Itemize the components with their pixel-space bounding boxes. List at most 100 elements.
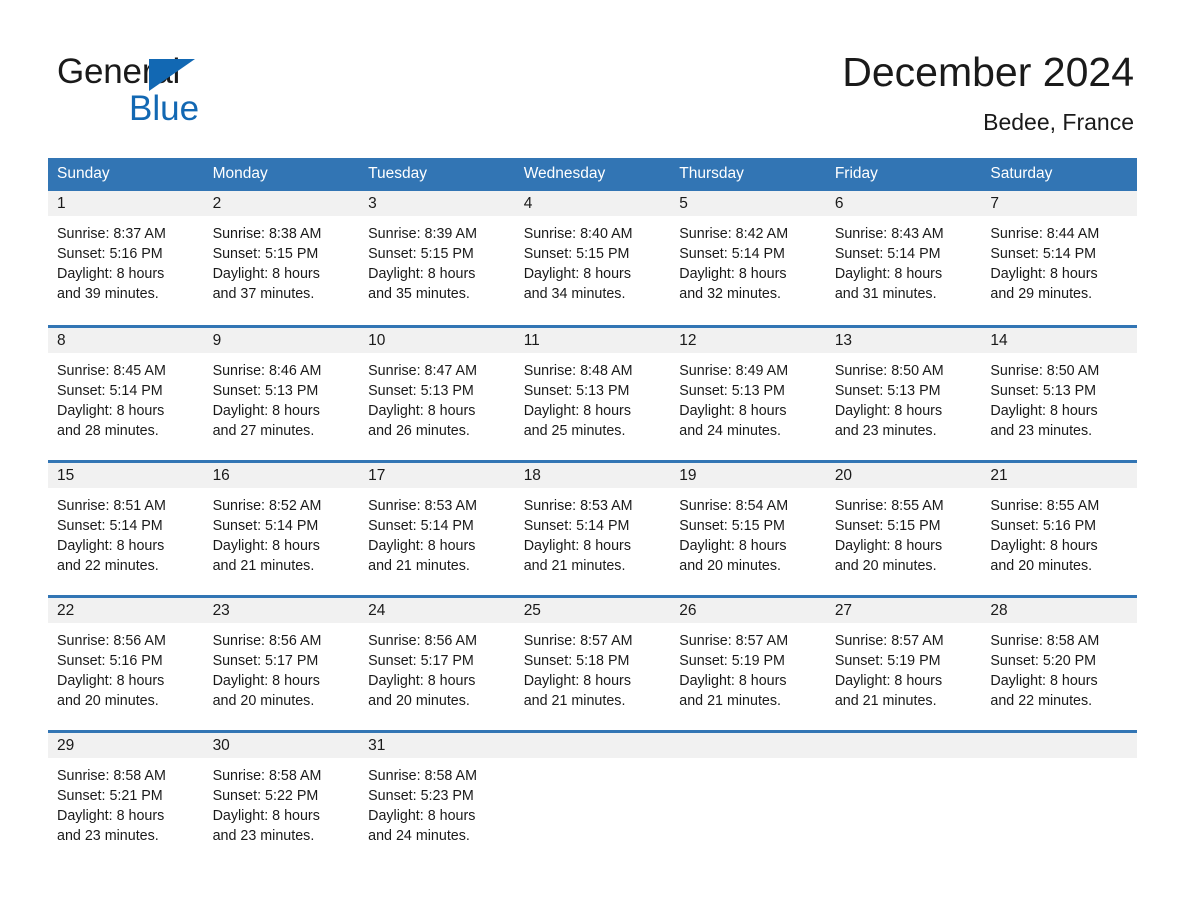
calendar-day-cell[interactable]: 13 Sunrise: 8:50 AM Sunset: 5:13 PM Dayligh…	[825, 324, 982, 461]
day-details: Sunrise: 8:57 AM Sunset: 5:18 PM Daylight:…	[515, 623, 671, 711]
sunrise-text: Sunrise: 8:47 AM	[368, 362, 477, 379]
daylight-text-line1: Daylight: 8 hours	[990, 266, 1098, 282]
generalblue-logo[interactable]: General Blue	[57, 52, 357, 138]
day-number: 18	[514, 462, 671, 488]
day-details: Sunrise: 8:42 AM Sunset: 5:14 PM Daylight:…	[670, 216, 826, 304]
calendar-day-cell[interactable]: 2 Sunrise: 8:38 AM Sunset: 5:15 PM Daylight…	[203, 191, 360, 326]
calendar-day-cell[interactable]: 22 Sunrise: 8:56 AM Sunset: 5:16 PM Dayligh…	[48, 594, 204, 731]
sunset-text: Sunset: 5:18 PM	[523, 652, 630, 669]
calendar-day-cell[interactable]: 29 Sunrise: 8:58 AM Sunset: 5:21 PM Dayligh…	[48, 729, 204, 866]
day-details: Sunrise: 8:58 AM Sunset: 5:22 PM Daylight:…	[204, 758, 360, 846]
calendar-day-cell[interactable]: 23 Sunrise: 8:56 AM Sunset: 5:17 PM Dayligh…	[203, 594, 360, 731]
calendar-day-cell-empty	[981, 729, 1137, 866]
calendar-day-cell[interactable]: 16 Sunrise: 8:52 AM Sunset: 5:14 PM Dayligh…	[203, 459, 360, 596]
day-details: Sunrise: 8:37 AM Sunset: 5:16 PM Daylight:…	[48, 216, 204, 304]
day-number: 27	[825, 597, 982, 623]
sunrise-text: Sunrise: 8:50 AM	[834, 362, 944, 379]
calendar-day-cell-empty	[825, 729, 982, 866]
calendar-day-cell[interactable]: 10 Sunrise: 8:47 AM Sunset: 5:13 PM Dayligh…	[359, 324, 515, 461]
weekday-header-tuesday: Tuesday	[359, 158, 515, 191]
day-number: 23	[203, 597, 360, 623]
day-details: Sunrise: 8:55 AM Sunset: 5:15 PM Daylight:…	[826, 488, 982, 576]
calendar-day-cell-empty	[670, 729, 826, 866]
daylight-text-line2: and 31 minutes.	[834, 286, 937, 302]
page-header: General Blue December 2024 Bedee, France	[0, 0, 1188, 158]
sunset-text: Sunset: 5:13 PM	[523, 382, 630, 399]
sunrise-text: Sunrise: 8:53 AM	[368, 497, 477, 514]
calendar-day-cell[interactable]: 28 Sunrise: 8:58 AM Sunset: 5:20 PM Dayligh…	[981, 594, 1137, 731]
sunrise-text: Sunrise: 8:45 AM	[57, 362, 166, 379]
sunset-text: Sunset: 5:16 PM	[57, 246, 163, 262]
day-details: Sunrise: 8:58 AM Sunset: 5:20 PM Daylight:…	[981, 623, 1137, 711]
calendar-day-cell[interactable]: 9 Sunrise: 8:46 AM Sunset: 5:13 PM Daylight…	[203, 324, 360, 461]
sunrise-text: Sunrise: 8:57 AM	[834, 632, 944, 649]
sunset-text: Sunset: 5:15 PM	[834, 517, 941, 534]
calendar-day-cell[interactable]: 27 Sunrise: 8:57 AM Sunset: 5:19 PM Dayligh…	[825, 594, 982, 731]
daylight-text-line2: and 21 minutes.	[212, 557, 315, 574]
sunset-text: Sunset: 5:17 PM	[368, 652, 474, 669]
sunset-text: Sunset: 5:16 PM	[990, 517, 1097, 534]
daylight-text-line2: and 32 minutes.	[679, 286, 781, 302]
daylight-text-line1: Daylight: 8 hours	[523, 537, 631, 554]
calendar-day-cell[interactable]: 30 Sunrise: 8:58 AM Sunset: 5:22 PM Dayligh…	[203, 729, 360, 866]
title-block: December 2024 Bedee, France	[842, 48, 1134, 136]
calendar-day-cell[interactable]: 12 Sunrise: 8:49 AM Sunset: 5:13 PM Dayligh…	[670, 324, 826, 461]
weekday-header-saturday: Saturday	[981, 158, 1137, 191]
sunset-text: Sunset: 5:15 PM	[212, 246, 319, 262]
daylight-text-line1: Daylight: 8 hours	[523, 672, 631, 689]
daylight-text-line1: Daylight: 8 hours	[212, 807, 320, 824]
sunset-text: Sunset: 5:16 PM	[57, 652, 163, 669]
calendar-day-cell[interactable]: 26 Sunrise: 8:57 AM Sunset: 5:19 PM Dayligh…	[670, 594, 826, 731]
day-details: Sunrise: 8:39 AM Sunset: 5:15 PM Daylight:…	[359, 216, 515, 304]
sunset-text: Sunset: 5:13 PM	[990, 382, 1097, 399]
calendar-day-cell[interactable]: 3 Sunrise: 8:39 AM Sunset: 5:15 PM Daylight…	[359, 191, 515, 326]
daylight-text-line1: Daylight: 8 hours	[57, 672, 165, 689]
sunrise-text: Sunrise: 8:46 AM	[212, 362, 322, 379]
calendar-day-cell[interactable]: 4 Sunrise: 8:40 AM Sunset: 5:15 PM Daylight…	[514, 191, 671, 326]
day-details	[670, 758, 826, 766]
sunrise-text: Sunrise: 8:48 AM	[523, 362, 633, 379]
day-number: 20	[825, 462, 982, 488]
calendar-day-cell[interactable]: 15 Sunrise: 8:51 AM Sunset: 5:14 PM Dayligh…	[48, 459, 204, 596]
calendar-day-cell[interactable]: 31 Sunrise: 8:58 AM Sunset: 5:23 PM Dayligh…	[359, 729, 515, 866]
calendar-day-cell[interactable]: 21 Sunrise: 8:55 AM Sunset: 5:16 PM Dayligh…	[981, 459, 1137, 596]
calendar-day-cell[interactable]: 8 Sunrise: 8:45 AM Sunset: 5:14 PM Daylight…	[48, 324, 204, 461]
calendar-day-cell[interactable]: 6 Sunrise: 8:43 AM Sunset: 5:14 PM Daylight…	[825, 191, 982, 326]
calendar-day-cell[interactable]: 17 Sunrise: 8:53 AM Sunset: 5:14 PM Dayligh…	[359, 459, 515, 596]
weekday-header-friday: Friday	[825, 158, 982, 191]
daylight-text-line1: Daylight: 8 hours	[834, 266, 943, 282]
calendar-day-cell[interactable]: 1 Sunrise: 8:37 AM Sunset: 5:16 PM Daylight…	[48, 191, 204, 326]
daylight-text-line1: Daylight: 8 hours	[57, 807, 165, 824]
sunset-text: Sunset: 5:19 PM	[679, 652, 785, 669]
day-number: 11	[514, 327, 671, 353]
day-number: 15	[48, 462, 204, 488]
daylight-text-line1: Daylight: 8 hours	[212, 672, 320, 689]
weekday-header-wednesday: Wednesday	[514, 158, 671, 191]
daylight-text-line2: and 20 minutes.	[57, 692, 159, 709]
calendar-day-cell[interactable]: 18 Sunrise: 8:53 AM Sunset: 5:14 PM Dayligh…	[514, 459, 671, 596]
day-details	[515, 758, 671, 766]
daylight-text-line2: and 21 minutes.	[679, 692, 781, 709]
calendar-day-cell[interactable]: 25 Sunrise: 8:57 AM Sunset: 5:18 PM Dayligh…	[514, 594, 671, 731]
sunset-text: Sunset: 5:14 PM	[368, 517, 474, 534]
sunrise-text: Sunrise: 8:56 AM	[57, 632, 166, 649]
sunset-text: Sunset: 5:20 PM	[990, 652, 1097, 669]
calendar-day-cell[interactable]: 24 Sunrise: 8:56 AM Sunset: 5:17 PM Dayligh…	[359, 594, 515, 731]
daylight-text-line2: and 25 minutes.	[523, 422, 626, 439]
daylight-text-line1: Daylight: 8 hours	[834, 537, 943, 554]
day-number: 22	[48, 597, 204, 623]
calendar-day-cell[interactable]: 11 Sunrise: 8:48 AM Sunset: 5:13 PM Dayligh…	[514, 324, 671, 461]
calendar-day-cell[interactable]: 5 Sunrise: 8:42 AM Sunset: 5:14 PM Daylight…	[670, 191, 826, 326]
calendar-day-cell[interactable]: 20 Sunrise: 8:55 AM Sunset: 5:15 PM Dayligh…	[825, 459, 982, 596]
calendar-table: Sunday Monday Tuesday Wednesday Thursday…	[48, 158, 1137, 866]
day-number: 8	[48, 327, 204, 353]
sunset-text: Sunset: 5:14 PM	[57, 382, 163, 399]
calendar-day-cell[interactable]: 14 Sunrise: 8:50 AM Sunset: 5:13 PM Dayligh…	[981, 324, 1137, 461]
sunrise-text: Sunrise: 8:53 AM	[523, 497, 633, 514]
sunset-text: Sunset: 5:14 PM	[212, 517, 319, 534]
calendar-day-cell[interactable]: 19 Sunrise: 8:54 AM Sunset: 5:15 PM Dayligh…	[670, 459, 826, 596]
day-number: 2	[203, 191, 360, 216]
daylight-text-line1: Daylight: 8 hours	[679, 672, 787, 689]
daylight-text-line1: Daylight: 8 hours	[834, 402, 943, 419]
calendar-day-cell[interactable]: 7 Sunrise: 8:44 AM Sunset: 5:14 PM Daylight…	[981, 191, 1137, 326]
